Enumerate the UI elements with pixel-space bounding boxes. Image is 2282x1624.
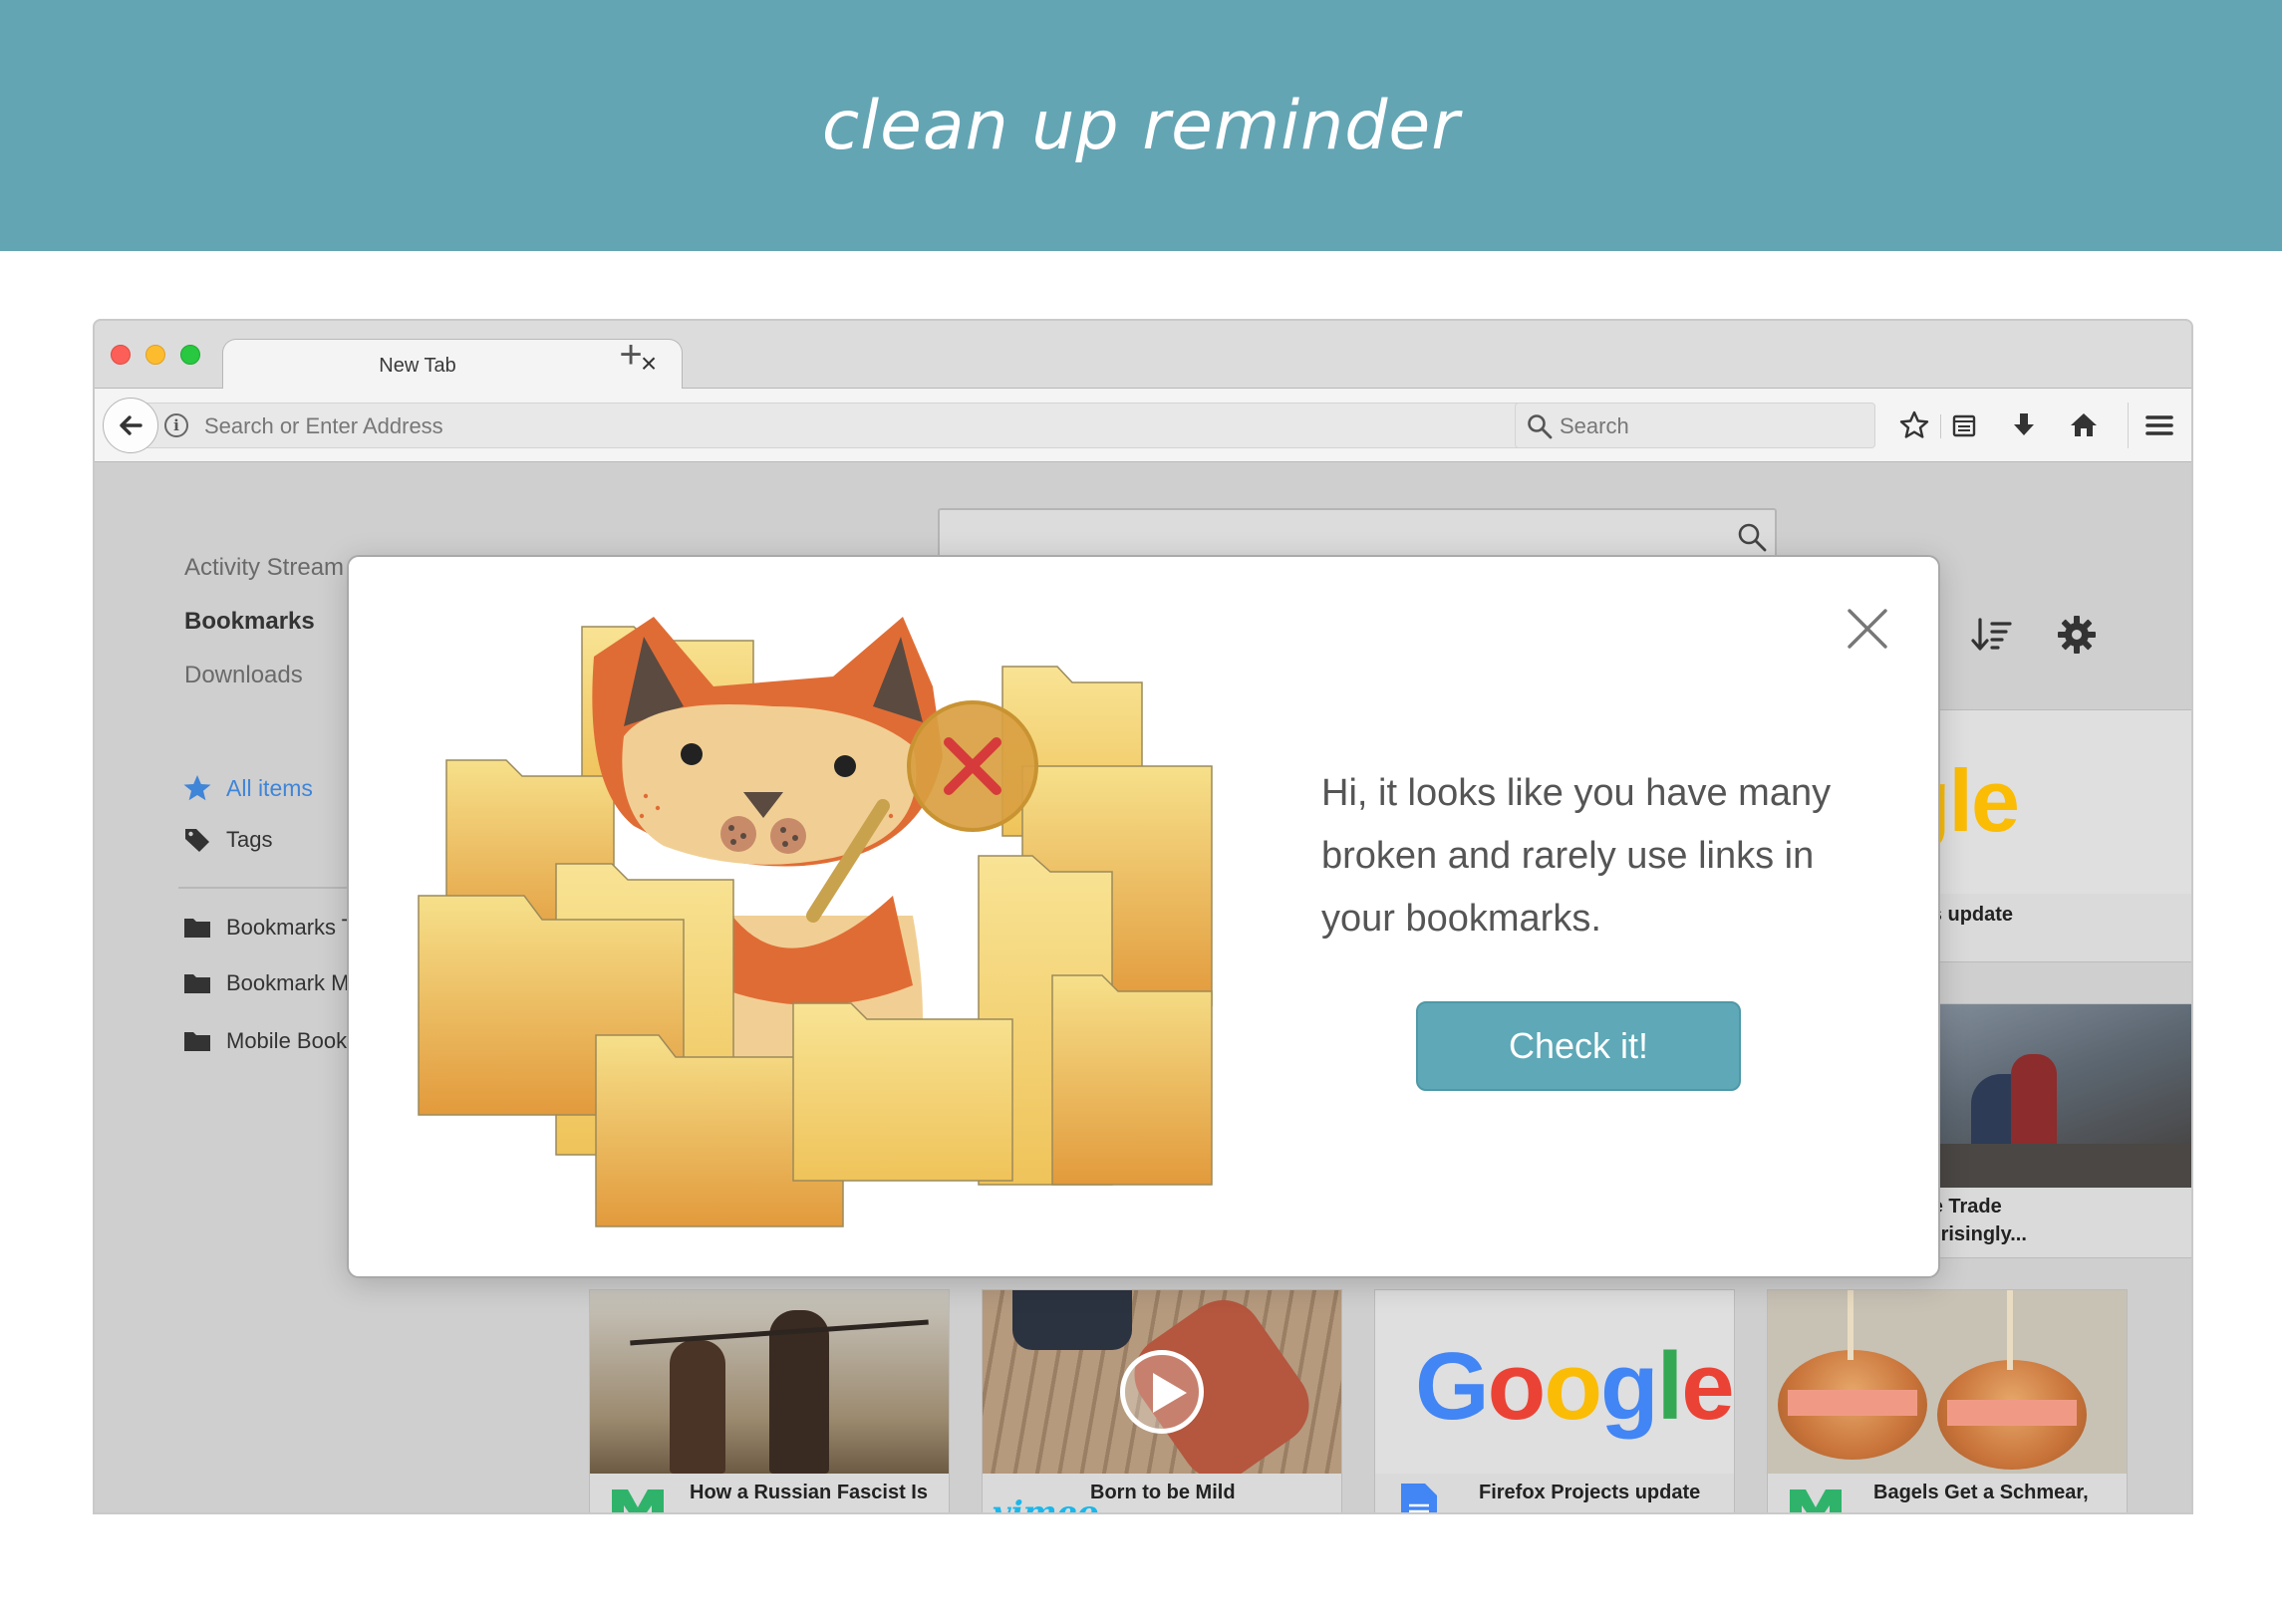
folder-icon xyxy=(184,974,210,993)
tab-label: New Tab xyxy=(379,355,456,377)
search-icon xyxy=(1738,523,1767,552)
bookmark-card[interactable]: Bagels Get a Schmear, xyxy=(1767,1289,2128,1512)
card-title: How a Russian Fascist Is xyxy=(690,1482,928,1503)
toolbar-divider xyxy=(1940,414,1941,438)
cleanup-reminder-dialog: Hi, it looks like you have many broken a… xyxy=(347,555,1940,1278)
info-icon[interactable]: i xyxy=(164,413,188,437)
sidebar-item-label: Tags xyxy=(226,827,273,852)
gear-icon[interactable] xyxy=(2054,612,2100,658)
google-docs-icon xyxy=(1401,1484,1437,1512)
bookmarks-menu-icon[interactable] xyxy=(1946,407,1982,443)
window-zoom-button[interactable] xyxy=(180,345,200,365)
play-icon[interactable] xyxy=(1120,1350,1204,1434)
bookmark-card[interactable]: How a Russian Fascist Is xyxy=(589,1289,950,1512)
sidebar-folder-label: Mobile Book xyxy=(226,1028,348,1053)
navigation-toolbar: i xyxy=(95,389,2191,462)
sidebar-folder-label: Bookmarks T xyxy=(226,915,356,940)
search-bar[interactable] xyxy=(1515,403,1875,448)
search-icon xyxy=(1528,414,1553,439)
card-thumbnail: Google xyxy=(1375,1290,1734,1474)
folder-icon xyxy=(184,919,210,938)
sidebar-item-all-items[interactable]: All items xyxy=(182,773,313,803)
reminder-message: Hi, it looks like you have many broken a… xyxy=(1321,772,1832,940)
fox-folders-illustration xyxy=(418,617,1213,1227)
bookmark-star-icon[interactable] xyxy=(1896,407,1932,443)
window-close-button[interactable] xyxy=(111,345,131,365)
back-arrow-icon xyxy=(120,415,143,435)
card-title: Firefox Projects update xyxy=(1479,1482,1701,1503)
sidebar-folder-label: Bookmark M xyxy=(226,970,350,995)
google-logo: Google xyxy=(1415,1333,1734,1440)
card-thumbnail xyxy=(983,1290,1341,1474)
banner: clean up reminder xyxy=(0,0,2282,251)
banner-title: clean up reminder xyxy=(821,86,1461,165)
tag-icon xyxy=(185,829,209,852)
medium-icon xyxy=(1790,1489,1842,1512)
sidebar-item-tags[interactable]: Tags xyxy=(182,825,272,855)
address-bar[interactable]: i xyxy=(146,403,1596,448)
star-icon xyxy=(183,775,211,801)
check-it-button[interactable]: Check it! xyxy=(1416,1001,1741,1091)
folder-icon xyxy=(184,1032,210,1051)
sidebar-folder-bookmark-menu[interactable]: Bookmark M xyxy=(182,968,349,998)
card-thumbnail xyxy=(590,1290,949,1474)
bookmark-card[interactable]: vimeo Born to be Mild xyxy=(982,1289,1342,1514)
sidebar-item-label: All items xyxy=(226,774,313,801)
menu-divider xyxy=(2128,403,2129,448)
medium-icon xyxy=(612,1489,664,1512)
download-icon[interactable] xyxy=(2006,407,2042,443)
card-thumbnail xyxy=(1768,1290,2127,1474)
card-title: Bagels Get a Schmear, xyxy=(1873,1482,2089,1503)
address-input[interactable] xyxy=(204,413,1450,439)
sidebar-folder-mobile-bookmarks[interactable]: Mobile Book xyxy=(182,1026,347,1056)
sort-icon[interactable] xyxy=(1968,612,2014,658)
home-icon[interactable] xyxy=(2066,407,2102,443)
tab-bar: New Tab × + xyxy=(95,321,2191,391)
back-button[interactable] xyxy=(103,398,158,453)
window-minimize-button[interactable] xyxy=(145,345,165,365)
sidebar-activity-stream[interactable]: Activity Stream xyxy=(184,554,344,582)
card-title: Born to be Mild xyxy=(1090,1482,1236,1503)
sidebar-folder-bookmarks-toolbar[interactable]: Bookmarks T xyxy=(182,913,355,943)
bookmark-card[interactable]: Google Firefox Projects update xyxy=(1374,1289,1735,1512)
bookmarks-search-input[interactable] xyxy=(938,508,1777,562)
sidebar-downloads[interactable]: Downloads xyxy=(184,662,303,689)
vimeo-icon: vimeo xyxy=(993,1493,1099,1514)
search-input[interactable] xyxy=(1560,413,1858,439)
hamburger-menu-icon[interactable] xyxy=(2141,407,2177,443)
close-icon[interactable] xyxy=(1844,605,1891,653)
sidebar-bookmarks[interactable]: Bookmarks xyxy=(184,608,315,636)
new-tab-button[interactable]: + xyxy=(609,333,653,377)
